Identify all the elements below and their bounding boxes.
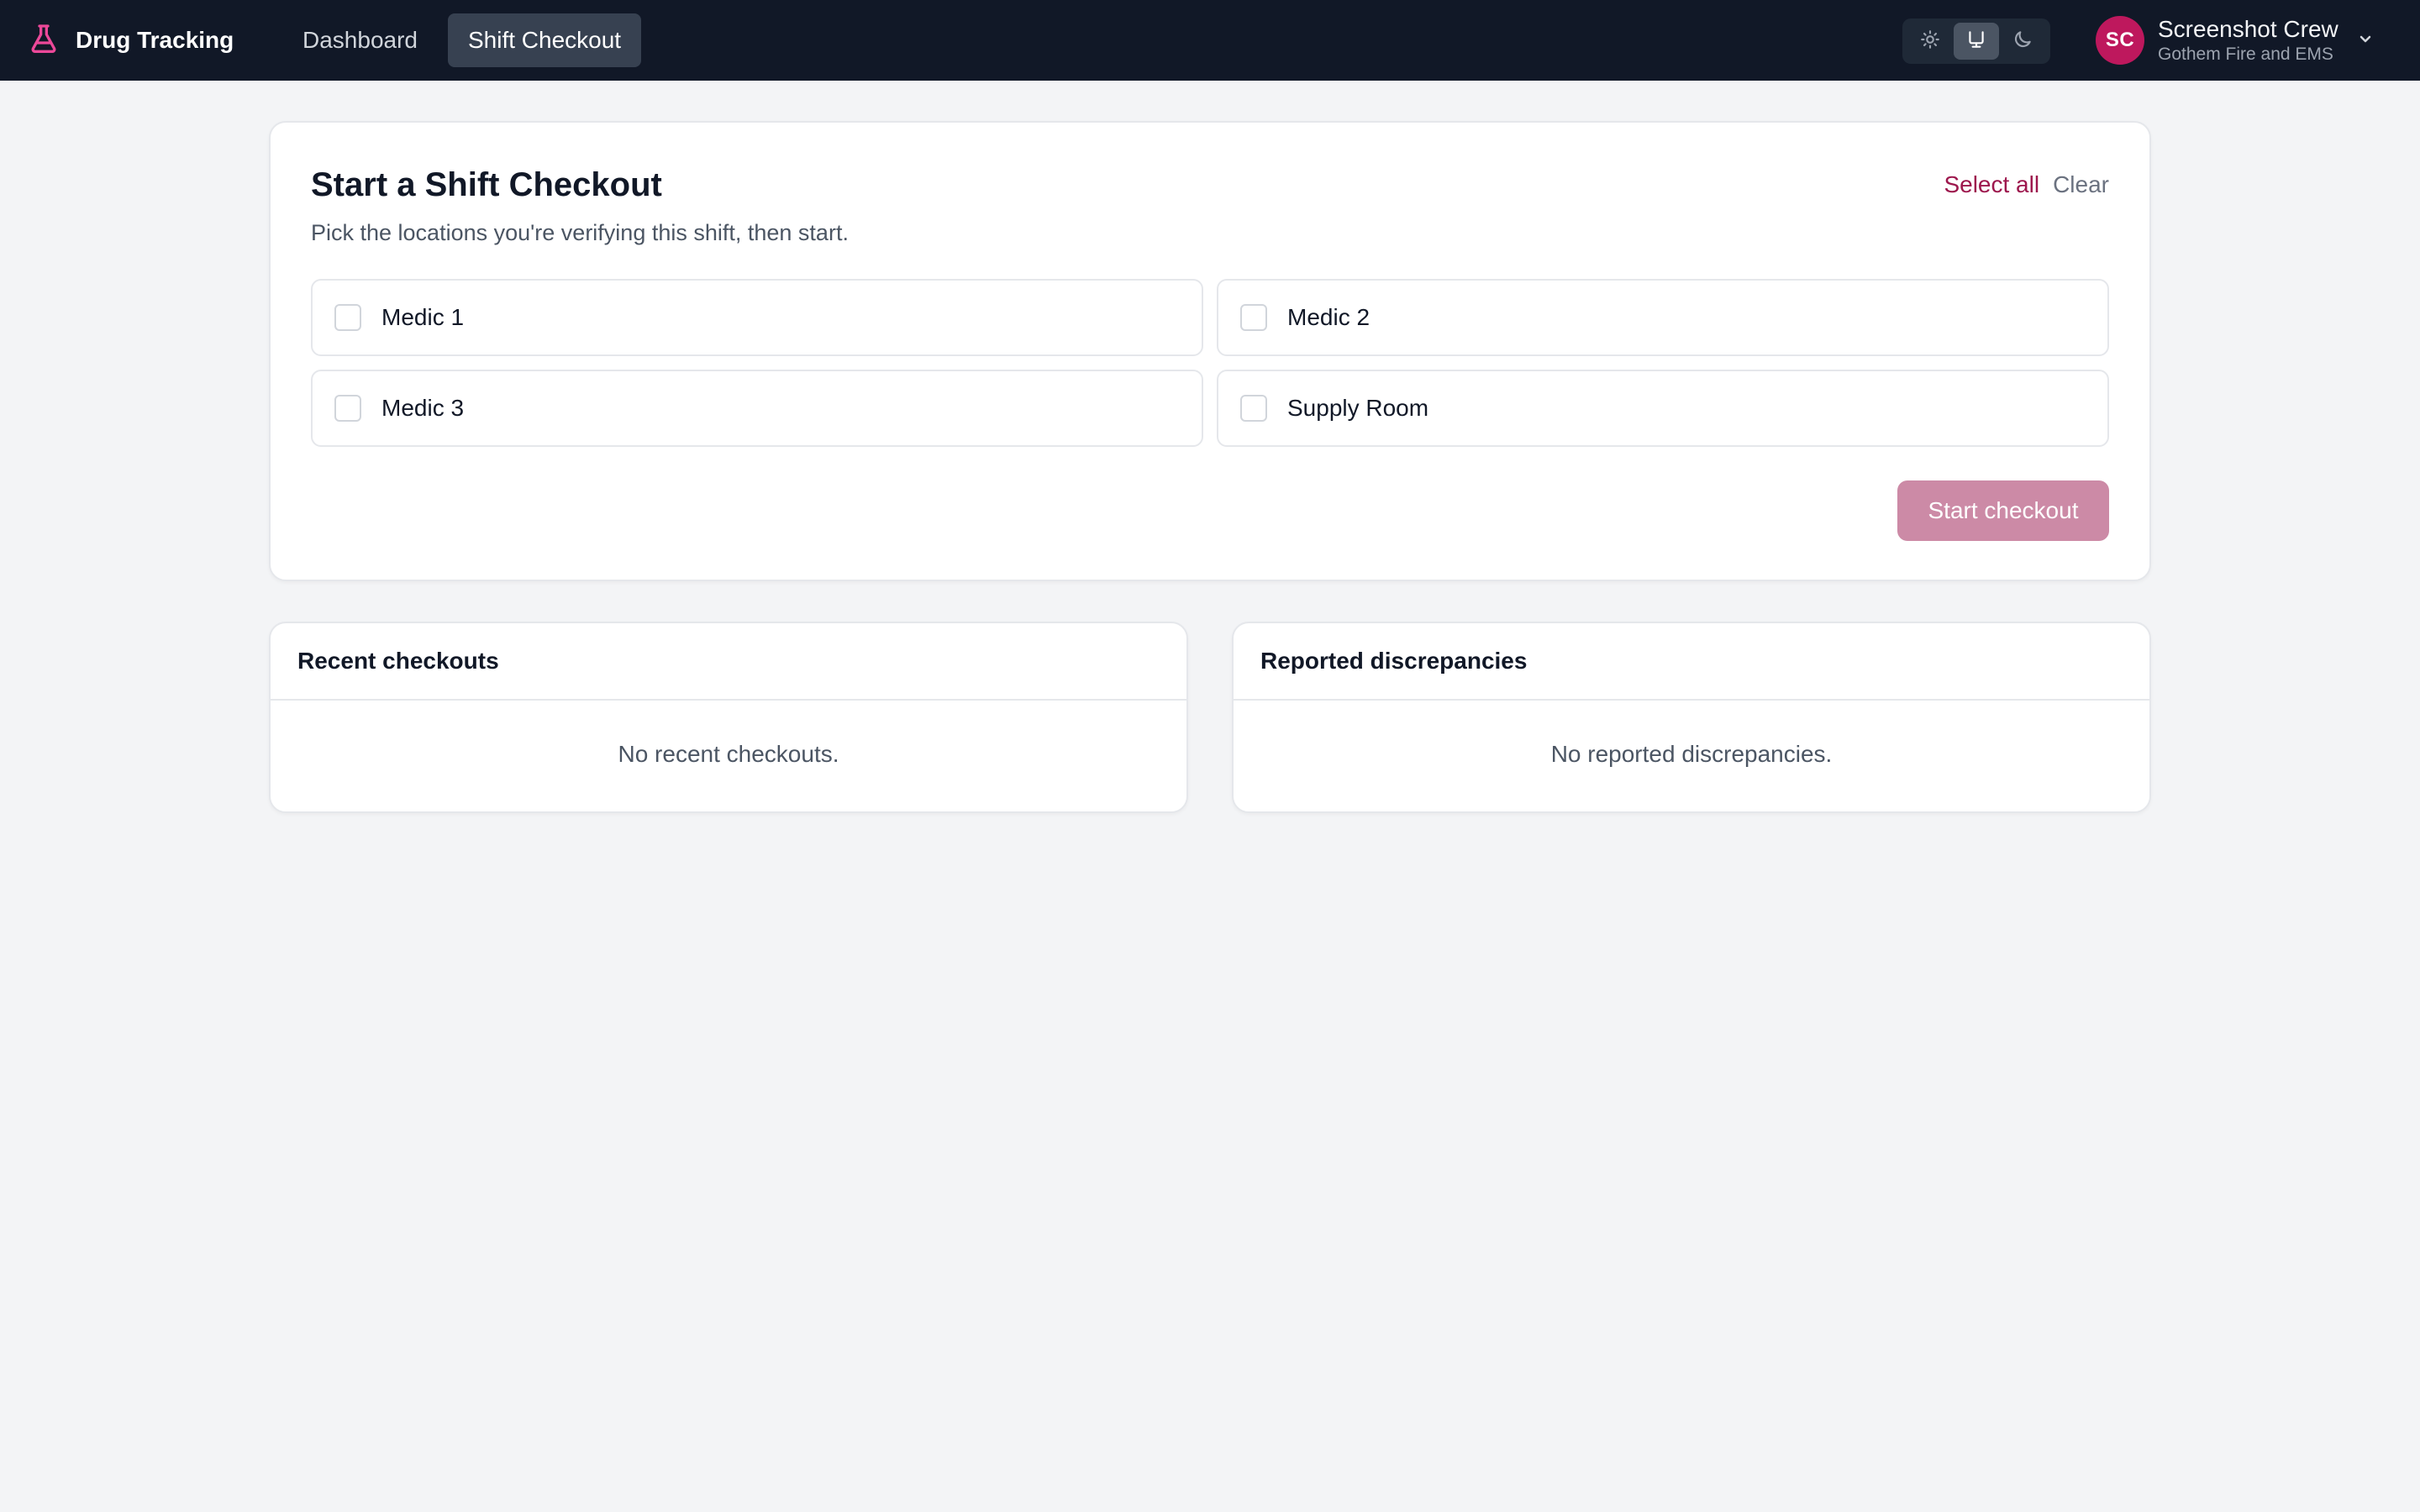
panel-title: Reported discrepancies [1234,623,2149,701]
page-title: Start a Shift Checkout [311,166,662,203]
nav-dashboard[interactable]: Dashboard [282,13,438,67]
panel-title: Recent checkouts [271,623,1186,701]
nav-shift-checkout[interactable]: Shift Checkout [447,13,642,67]
location-option-medic-3[interactable]: Medic 3 [311,370,1203,447]
moon-icon [2012,29,2033,55]
sun-icon [1919,29,1941,55]
location-option-medic-2[interactable]: Medic 2 [1217,279,2109,356]
theme-dark-button[interactable] [2000,23,2045,60]
flask-icon [27,22,60,60]
user-menu[interactable]: SC Screenshot Crew Gothem Fire and EMS [2096,13,2375,67]
location-option-medic-1[interactable]: Medic 1 [311,279,1203,356]
location-label: Medic 1 [381,304,465,330]
brand[interactable]: Drug Tracking [27,0,234,81]
empty-state: No reported discrepancies. [1550,741,1833,767]
theme-toggle [1902,18,2050,64]
monitor-icon [1965,29,1987,55]
checkbox[interactable] [334,395,361,422]
checkbox[interactable] [1240,395,1267,422]
user-name: Screenshot Crew [2158,16,2338,42]
clear-link[interactable]: Clear [2053,171,2109,198]
checkbox[interactable] [334,304,361,331]
theme-system-button[interactable] [1954,23,1999,60]
top-navbar: Drug Tracking Dashboard Shift Checkout S… [0,0,2420,81]
page-subtitle: Pick the locations you're verifying this… [311,220,849,245]
location-label: Medic 3 [381,395,465,421]
user-org: Gothem Fire and EMS [2158,45,2333,64]
app-name: Drug Tracking [76,27,234,53]
reported-discrepancies-panel: Reported discrepancies No reported discr… [1232,622,2151,813]
location-label: Medic 2 [1287,304,1370,330]
main-nav: Dashboard Shift Checkout [282,13,642,67]
checkbox[interactable] [1240,304,1267,331]
location-label: Supply Room [1287,395,1429,421]
location-option-supply-room[interactable]: Supply Room [1217,370,2109,447]
start-checkout-button[interactable]: Start checkout [1897,480,2109,541]
select-all-link[interactable]: Select all [1944,171,2039,198]
checkout-card: Start a Shift Checkout Pick the location… [269,121,2151,581]
chevron-down-icon [2338,29,2375,53]
empty-state: No recent checkouts. [618,741,839,767]
avatar: SC [2096,16,2144,65]
theme-light-button[interactable] [1907,23,1953,60]
recent-checkouts-panel: Recent checkouts No recent checkouts. [269,622,1188,813]
